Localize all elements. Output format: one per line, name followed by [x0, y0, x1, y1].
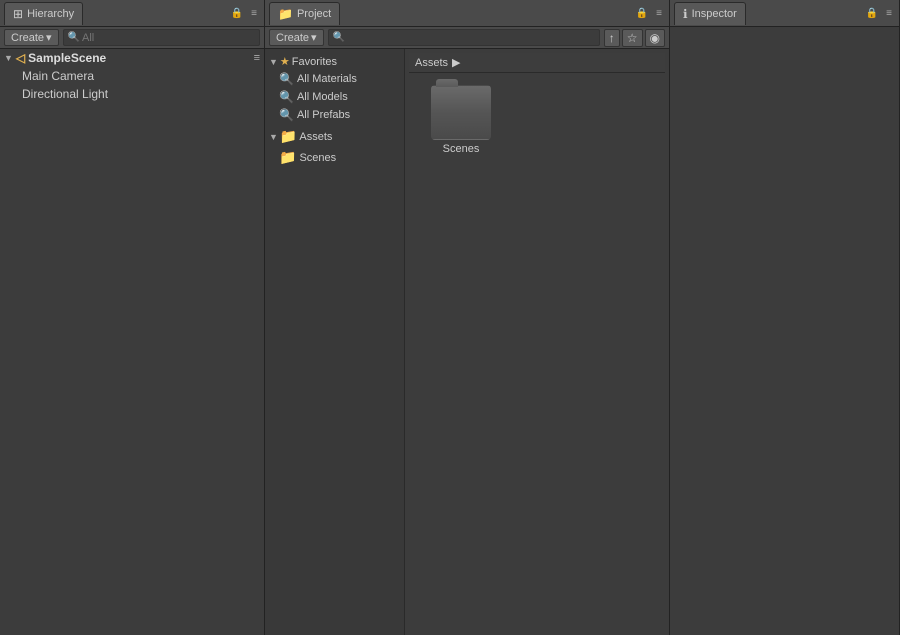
inspector-tab-label: Inspector [692, 8, 737, 20]
folder-item-scenes-label: Scenes [443, 143, 480, 155]
breadcrumb-arrow: ▶ [452, 56, 460, 69]
hierarchy-create-button[interactable]: Create ▾ [4, 29, 59, 46]
project-icon-upload[interactable]: ↑ [604, 29, 620, 47]
assets-header[interactable]: ▼ 📁 Assets [265, 126, 404, 147]
inspector-lock-btn[interactable]: 🔒 [863, 7, 881, 20]
project-main: Assets ▶ Scenes [405, 49, 669, 635]
assets-triangle: ▼ [269, 132, 278, 142]
hierarchy-panel: ⊞ Hierarchy 🔒 ≡ Create ▾ 🔍 ▼ ◁ [0, 0, 265, 635]
assets-breadcrumb: Assets ▶ [409, 53, 665, 73]
hierarchy-item-maincamera[interactable]: Main Camera [0, 67, 264, 85]
all-prefabs-search-icon: 🔍 [279, 108, 294, 122]
favorites-header[interactable]: ▼ ★ Favorites [265, 53, 404, 70]
project-toolbar-icons: ↑ ☆ ◉ [604, 29, 665, 47]
inspector-body [670, 27, 899, 635]
inspector-tab-icon: ℹ [683, 7, 688, 21]
inspector-tab-bar: ℹ Inspector 🔒 ≡ [670, 0, 899, 27]
favorites-triangle: ▼ [269, 57, 278, 67]
all-models-label: All Models [297, 91, 348, 103]
hierarchy-content: ▼ ◁ SampleScene ≡ Main Camera Directiona… [0, 49, 264, 635]
project-panel: 📁 Project 🔒 ≡ Create ▾ 🔍 ↑ ☆ ◉ [265, 0, 670, 635]
project-body: ▼ ★ Favorites 🔍 All Materials 🔍 All Mode… [265, 49, 669, 635]
assets-section: ▼ 📁 Assets 📁 Scenes [265, 126, 404, 168]
project-create-button[interactable]: Create ▾ [269, 29, 324, 46]
folder-thumb-scenes [431, 85, 491, 140]
hierarchy-item-directionallight-label: Directional Light [22, 87, 108, 101]
project-search-input[interactable] [347, 32, 595, 44]
hierarchy-tab-bar: ⊞ Hierarchy 🔒 ≡ [0, 0, 264, 27]
hierarchy-tab-icon: ⊞ [13, 7, 23, 21]
project-create-label: Create [276, 32, 309, 44]
scene-icon: ◁ [16, 51, 25, 65]
sidebar-item-all-materials[interactable]: 🔍 All Materials [265, 70, 404, 88]
inspector-tab-actions: 🔒 ≡ [863, 7, 895, 20]
scenes-folder-icon: 📁 [279, 149, 296, 166]
project-tab[interactable]: 📁 Project [269, 2, 340, 25]
hierarchy-toolbar: Create ▾ 🔍 [0, 27, 264, 49]
favorites-star-icon: ★ [280, 55, 290, 68]
assets-folder-icon: 📁 [280, 128, 297, 145]
sidebar-item-scenes[interactable]: 📁 Scenes [265, 147, 404, 168]
assets-label: Assets [299, 131, 332, 143]
hierarchy-search-icon: 🔍 [68, 32, 80, 43]
sidebar-item-all-prefabs[interactable]: 🔍 All Prefabs [265, 106, 404, 124]
sidebar-item-all-models[interactable]: 🔍 All Models [265, 88, 404, 106]
project-search-icon: 🔍 [333, 32, 345, 43]
project-tab-bar: 📁 Project 🔒 ≡ [265, 0, 669, 27]
project-search-box[interactable]: 🔍 [328, 29, 600, 46]
inspector-panel: ℹ Inspector 🔒 ≡ [670, 0, 900, 635]
project-items-grid: Scenes [409, 73, 665, 167]
project-menu-btn[interactable]: ≡ [653, 7, 665, 20]
scenes-label: Scenes [299, 152, 336, 164]
all-prefabs-label: All Prefabs [297, 109, 350, 121]
hierarchy-item-maincamera-label: Main Camera [22, 69, 94, 83]
hierarchy-item-directionallight[interactable]: Directional Light [0, 85, 264, 103]
hierarchy-search-input[interactable] [82, 32, 255, 44]
project-sidebar: ▼ ★ Favorites 🔍 All Materials 🔍 All Mode… [265, 49, 405, 635]
project-tab-actions: 🔒 ≡ [633, 7, 665, 20]
all-models-search-icon: 🔍 [279, 90, 294, 104]
project-create-arrow: ▾ [311, 31, 317, 44]
hierarchy-search-box[interactable]: 🔍 [63, 29, 260, 46]
project-icon-star[interactable]: ☆ [622, 29, 643, 47]
hierarchy-scene-menu: ≡ [254, 52, 260, 64]
all-materials-label: All Materials [297, 73, 357, 85]
hierarchy-lock-btn[interactable]: 🔒 [228, 7, 246, 20]
hierarchy-tab[interactable]: ⊞ Hierarchy [4, 2, 83, 25]
favorites-section: ▼ ★ Favorites 🔍 All Materials 🔍 All Mode… [265, 53, 404, 124]
breadcrumb-label: Assets [415, 57, 448, 69]
hierarchy-triangle: ▼ [4, 53, 13, 63]
hierarchy-scene-name: SampleScene [28, 51, 106, 65]
hierarchy-tab-actions: 🔒 ≡ [228, 7, 260, 20]
hierarchy-create-arrow: ▾ [46, 31, 52, 44]
hierarchy-create-label: Create [11, 32, 44, 44]
project-icon-eye[interactable]: ◉ [645, 29, 665, 47]
project-tab-icon: 📁 [278, 7, 293, 21]
project-tab-label: Project [297, 8, 331, 20]
hierarchy-scene-root[interactable]: ▼ ◁ SampleScene ≡ [0, 49, 264, 67]
hierarchy-menu-btn[interactable]: ≡ [248, 7, 260, 20]
inspector-tab[interactable]: ℹ Inspector [674, 2, 746, 25]
project-toolbar: Create ▾ 🔍 ↑ ☆ ◉ [265, 27, 669, 49]
hierarchy-tab-label: Hierarchy [27, 8, 74, 20]
all-materials-search-icon: 🔍 [279, 72, 294, 86]
folder-item-scenes[interactable]: Scenes [421, 85, 501, 155]
favorites-label: Favorites [292, 56, 337, 68]
inspector-menu-btn[interactable]: ≡ [883, 7, 895, 20]
project-lock-btn[interactable]: 🔒 [633, 7, 651, 20]
